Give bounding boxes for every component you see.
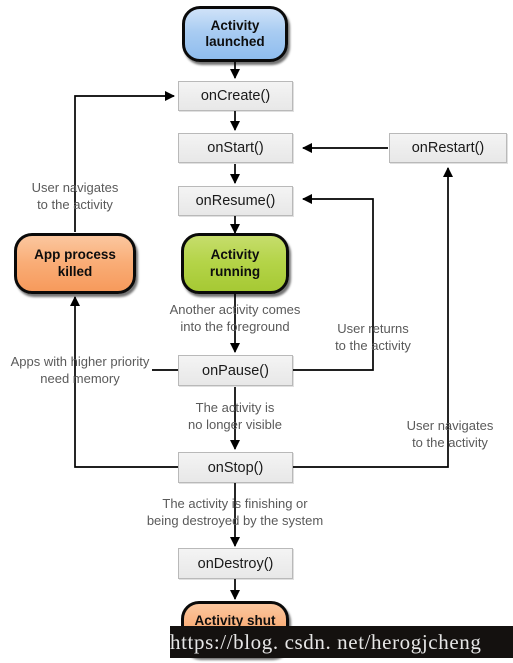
edge-label-apps-higher-priority: Apps with higher priority need memory [10, 354, 150, 386]
node-on-start-label: onStart() [207, 140, 264, 156]
edge-label-another-activity-foreground: Another activity comes into the foregrou… [169, 302, 301, 334]
node-on-pause[interactable]: onPause() [178, 355, 293, 386]
node-activity-running-label: Activity running [209, 247, 261, 279]
node-on-start[interactable]: onStart() [178, 133, 293, 163]
node-on-pause-label: onPause() [202, 362, 269, 379]
watermark-text: https://blog. csdn. net/herogjcheng [170, 629, 482, 654]
edge-label-user-navigates-to-activity-left: User navigates to the activity [31, 180, 119, 212]
node-on-resume[interactable]: onResume() [178, 186, 293, 216]
edge-label-user-returns-to-activity: User returns to the activity [335, 321, 411, 353]
node-app-process-killed-label: App process killed [34, 247, 116, 279]
node-on-create-label: onCreate() [200, 88, 271, 104]
node-on-restart-label: onRestart() [411, 140, 485, 156]
edge-label-finishing-or-destroyed: The activity is finishing or being destr… [146, 496, 324, 528]
node-on-destroy-label: onDestroy() [197, 555, 274, 572]
node-on-restart[interactable]: onRestart() [389, 133, 507, 163]
activity-lifecycle-diagram: Activity launched onCreate() onStart() o… [0, 0, 513, 663]
node-on-destroy[interactable]: onDestroy() [178, 548, 293, 579]
node-on-stop[interactable]: onStop() [178, 452, 293, 483]
edge-label-no-longer-visible: The activity is no longer visible [188, 400, 282, 432]
node-activity-launched[interactable]: Activity launched [182, 6, 288, 62]
edge-label-user-navigates-to-activity-right: User navigates to the activity [406, 418, 494, 450]
node-activity-running[interactable]: Activity running [181, 233, 289, 294]
node-on-resume-label: onResume() [195, 193, 276, 209]
node-activity-launched-label: Activity launched [205, 17, 265, 49]
node-on-create[interactable]: onCreate() [178, 81, 293, 111]
node-on-stop-label: onStop() [207, 459, 264, 476]
node-app-process-killed[interactable]: App process killed [14, 233, 136, 294]
